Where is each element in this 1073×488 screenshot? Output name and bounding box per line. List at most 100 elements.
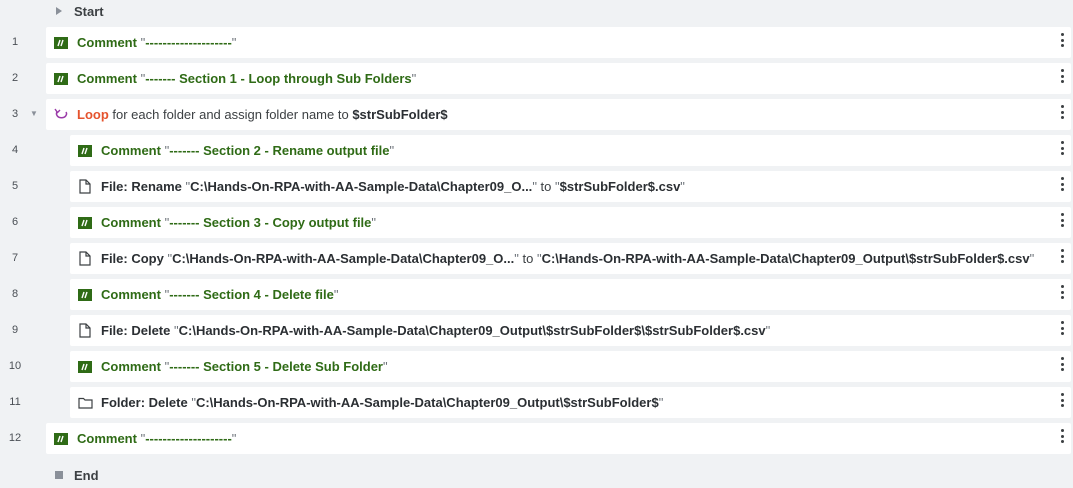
comment-icon [53, 71, 69, 87]
more-options-icon[interactable] [1057, 176, 1067, 192]
end-label: End [74, 467, 99, 483]
action-keyword: File: Rename [101, 179, 182, 194]
more-options-icon[interactable] [1057, 428, 1067, 444]
action-text: "------- Section 2 - Rename output file" [165, 143, 395, 158]
more-options-icon[interactable] [1057, 320, 1067, 336]
action-keyword: File: Delete [101, 323, 171, 338]
loop-icon [53, 107, 69, 123]
more-options-icon[interactable] [1057, 68, 1067, 84]
action-row[interactable]: 4 Comment "------- Section 2 - Rename ou… [0, 132, 1073, 168]
action-text-part: " [371, 215, 377, 230]
action-keyword: Comment [101, 215, 161, 230]
action-row[interactable]: 8 Comment "------- Section 4 - Delete fi… [0, 276, 1073, 312]
action-keyword: Comment [77, 35, 137, 50]
action-row[interactable]: 2 Comment "------- Section 1 - Loop thro… [0, 60, 1073, 96]
comment-icon [77, 359, 93, 375]
line-number: 9 [11, 324, 19, 336]
action-text-part: " [658, 395, 664, 410]
action-text-part: " [1029, 251, 1035, 266]
action-row[interactable]: 9 File: Delete "C:\Hands-On-RPA-with-AA-… [0, 312, 1073, 348]
action-keyword: File: Copy [101, 251, 164, 266]
action-card[interactable]: File: Rename "C:\Hands-On-RPA-with-AA-Sa… [70, 171, 1071, 202]
action-card[interactable]: Comment "------- Section 1 - Loop throug… [46, 63, 1071, 94]
action-text-part: C:\Hands-On-RPA-with-AA-Sample-Data\Chap… [172, 251, 515, 266]
action-text-part: ------- Section 2 - Rename output file [169, 143, 390, 158]
action-text-part: " [333, 287, 339, 302]
action-card[interactable]: Folder: Delete "C:\Hands-On-RPA-with-AA-… [70, 387, 1071, 418]
action-text-part: " [383, 359, 388, 374]
action-text-part: " [765, 323, 771, 338]
end-row: End [54, 464, 99, 486]
play-icon [56, 7, 62, 15]
action-card[interactable]: Comment "--------------------" [46, 423, 1071, 454]
action-text-part: " [231, 431, 237, 446]
action-row[interactable]: 11 Folder: Delete "C:\Hands-On-RPA-with-… [0, 384, 1073, 420]
action-text-part: C:\Hands-On-RPA-with-AA-Sample-Data\Chap… [541, 251, 1030, 266]
stop-icon [55, 471, 63, 479]
action-card[interactable]: Loop for each folder and assign folder n… [46, 99, 1071, 130]
action-text: "C:\Hands-On-RPA-with-AA-Sample-Data\Cha… [191, 395, 663, 410]
action-card[interactable]: Comment "------- Section 3 - Copy output… [70, 207, 1071, 238]
start-row: Start [54, 0, 104, 22]
file-icon [77, 251, 93, 267]
more-options-icon[interactable] [1057, 356, 1067, 372]
line-number: 7 [11, 252, 19, 264]
line-number: 12 [8, 432, 22, 444]
action-keyword: Comment [101, 143, 161, 158]
line-number: 11 [9, 396, 21, 408]
action-text: "--------------------" [141, 35, 237, 50]
action-row[interactable]: 6 Comment "------- Section 3 - Copy outp… [0, 204, 1073, 240]
action-text-part: C:\Hands-On-RPA-with-AA-Sample-Data\Chap… [190, 179, 533, 194]
action-row[interactable]: 1 Comment "--------------------" [0, 24, 1073, 60]
action-row[interactable]: 12 Comment "--------------------" [0, 420, 1073, 456]
action-keyword: Loop [77, 107, 109, 122]
action-text-part: " [389, 143, 395, 158]
comment-icon [77, 143, 93, 159]
action-text-part: " [532, 179, 541, 194]
action-text-part: ------- Section 4 - Delete file [169, 287, 334, 302]
action-text: "C:\Hands-On-RPA-with-AA-Sample-Data\Cha… [186, 179, 685, 194]
line-number: 6 [11, 216, 19, 228]
action-text-part: $strSubFolder$.csv [559, 179, 681, 194]
more-options-icon[interactable] [1057, 104, 1067, 120]
line-number: 5 [11, 180, 19, 192]
collapse-caret-icon[interactable]: ▼ [30, 109, 38, 119]
action-card[interactable]: Comment "------- Section 5 - Delete Sub … [70, 351, 1071, 382]
action-card[interactable]: Comment "------- Section 2 - Rename outp… [70, 135, 1071, 166]
action-text: "------- Section 5 - Delete Sub Folder" [165, 359, 388, 374]
action-text-part: ------- Section 5 - Delete Sub Folder [169, 359, 383, 374]
action-row[interactable]: 10 Comment "------- Section 5 - Delete S… [0, 348, 1073, 384]
action-text-part: to [522, 251, 537, 266]
action-keyword: Comment [101, 359, 161, 374]
more-options-icon[interactable] [1057, 32, 1067, 48]
action-text: "--------------------" [141, 431, 237, 446]
action-keyword: Folder: Delete [101, 395, 188, 410]
action-text-part: $strSubFolder$ [352, 107, 448, 122]
action-card[interactable]: File: Delete "C:\Hands-On-RPA-with-AA-Sa… [70, 315, 1071, 346]
action-text-part: -------------------- [145, 35, 232, 50]
more-options-icon[interactable] [1057, 392, 1067, 408]
line-number: 3 [11, 108, 19, 120]
action-card[interactable]: Comment "------- Section 4 - Delete file… [70, 279, 1071, 310]
action-row[interactable]: 7 File: Copy "C:\Hands-On-RPA-with-AA-Sa… [0, 240, 1073, 276]
action-card[interactable]: Comment "--------------------" [46, 27, 1071, 58]
comment-icon [77, 215, 93, 231]
line-number: 1 [11, 36, 19, 48]
action-text-part: ------- Section 3 - Copy output file [169, 215, 372, 230]
action-row[interactable]: 3 ▼ Loop for each folder and assign fold… [0, 96, 1073, 132]
more-options-icon[interactable] [1057, 248, 1067, 264]
more-options-icon[interactable] [1057, 284, 1067, 300]
line-number: 8 [11, 288, 19, 300]
action-row[interactable]: 5 File: Rename "C:\Hands-On-RPA-with-AA-… [0, 168, 1073, 204]
start-label: Start [74, 3, 104, 19]
comment-icon [77, 287, 93, 303]
action-card[interactable]: File: Copy "C:\Hands-On-RPA-with-AA-Samp… [70, 243, 1071, 274]
line-number: 2 [11, 72, 19, 84]
line-number: 10 [8, 360, 22, 372]
comment-icon [53, 35, 69, 51]
action-text: "------- Section 3 - Copy output file" [165, 215, 376, 230]
more-options-icon[interactable] [1057, 140, 1067, 156]
action-text-part: " [680, 179, 685, 194]
action-text-part: C:\Hands-On-RPA-with-AA-Sample-Data\Chap… [195, 395, 659, 410]
more-options-icon[interactable] [1057, 212, 1067, 228]
